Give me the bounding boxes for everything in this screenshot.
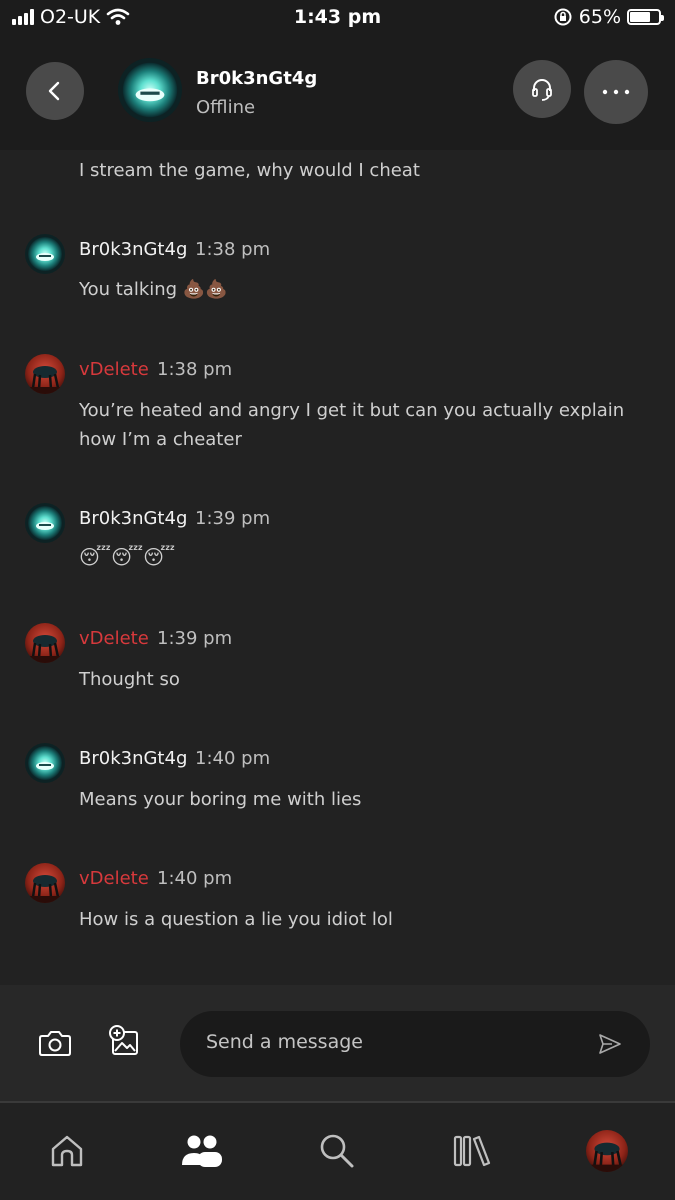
nav-home[interactable] bbox=[45, 1129, 89, 1173]
message-text: How is a question a lie you idiot lol bbox=[79, 909, 393, 930]
sender-name[interactable]: vDelete bbox=[79, 628, 149, 649]
profile-avatar bbox=[586, 1130, 628, 1172]
sender-name[interactable]: Br0k3nGt4g bbox=[79, 748, 187, 769]
add-image-icon[interactable] bbox=[108, 1025, 142, 1059]
contact-name[interactable]: Br0k3nGt4g bbox=[196, 68, 317, 89]
contact-status: Offline bbox=[196, 97, 256, 118]
message-time: 1:39 pm bbox=[157, 628, 233, 649]
message-text: 😴😴😴 bbox=[79, 545, 176, 569]
send-icon[interactable] bbox=[598, 1033, 622, 1055]
more-icon bbox=[602, 89, 630, 95]
nav-people[interactable] bbox=[180, 1129, 224, 1173]
sender-avatar[interactable] bbox=[25, 503, 65, 543]
message-time: 1:40 pm bbox=[195, 748, 271, 769]
sender-avatar[interactable] bbox=[25, 623, 65, 663]
message-input[interactable]: Send a message bbox=[180, 1011, 650, 1077]
message-text: I stream the game, why would I cheat bbox=[79, 160, 420, 181]
sender-name[interactable]: vDelete bbox=[79, 359, 149, 380]
nav-profile[interactable] bbox=[585, 1129, 629, 1173]
people-icon bbox=[182, 1135, 222, 1167]
chat-header: Br0k3nGt4g Offline bbox=[0, 36, 675, 150]
battery-icon bbox=[627, 9, 664, 25]
sender-name[interactable]: Br0k3nGt4g bbox=[79, 508, 187, 529]
sender-name[interactable]: vDelete bbox=[79, 868, 149, 889]
bottom-nav bbox=[0, 1103, 675, 1200]
message-text: You’re heated and angry I get it but can… bbox=[79, 400, 625, 450]
message-input-placeholder: Send a message bbox=[206, 1031, 363, 1053]
message-composer: Send a message bbox=[0, 985, 675, 1101]
message-time: 1:40 pm bbox=[157, 868, 233, 889]
rotation-lock-icon bbox=[554, 8, 572, 26]
message-text: Means your boring me with lies bbox=[79, 789, 362, 810]
library-icon bbox=[453, 1135, 491, 1167]
home-icon bbox=[51, 1135, 83, 1167]
more-options-button[interactable] bbox=[584, 60, 648, 124]
nav-search[interactable] bbox=[315, 1129, 359, 1173]
message-time: 1:38 pm bbox=[157, 359, 233, 380]
party-chat-button[interactable] bbox=[513, 60, 571, 118]
contact-avatar[interactable] bbox=[118, 58, 182, 122]
message-text: You talking 💩💩 bbox=[79, 279, 228, 300]
headset-icon bbox=[532, 79, 552, 101]
camera-icon[interactable] bbox=[38, 1028, 72, 1058]
back-button[interactable] bbox=[26, 62, 84, 120]
message-time: 1:38 pm bbox=[195, 239, 271, 260]
chevron-left-icon bbox=[48, 81, 60, 101]
message-text: Thought so bbox=[79, 669, 180, 690]
sender-avatar[interactable] bbox=[25, 234, 65, 274]
sender-avatar[interactable] bbox=[25, 863, 65, 903]
message-time: 1:39 pm bbox=[195, 508, 271, 529]
status-bar: O2-UK 1:43 pm 65% bbox=[0, 0, 675, 36]
sender-name[interactable]: Br0k3nGt4g bbox=[79, 239, 187, 260]
search-icon bbox=[320, 1134, 354, 1168]
battery-percent: 65% bbox=[578, 6, 621, 28]
nav-library[interactable] bbox=[450, 1129, 494, 1173]
sender-avatar[interactable] bbox=[25, 354, 65, 394]
message-list[interactable]: I stream the game, why would I cheat Br0… bbox=[0, 150, 675, 985]
sender-avatar[interactable] bbox=[25, 743, 65, 783]
